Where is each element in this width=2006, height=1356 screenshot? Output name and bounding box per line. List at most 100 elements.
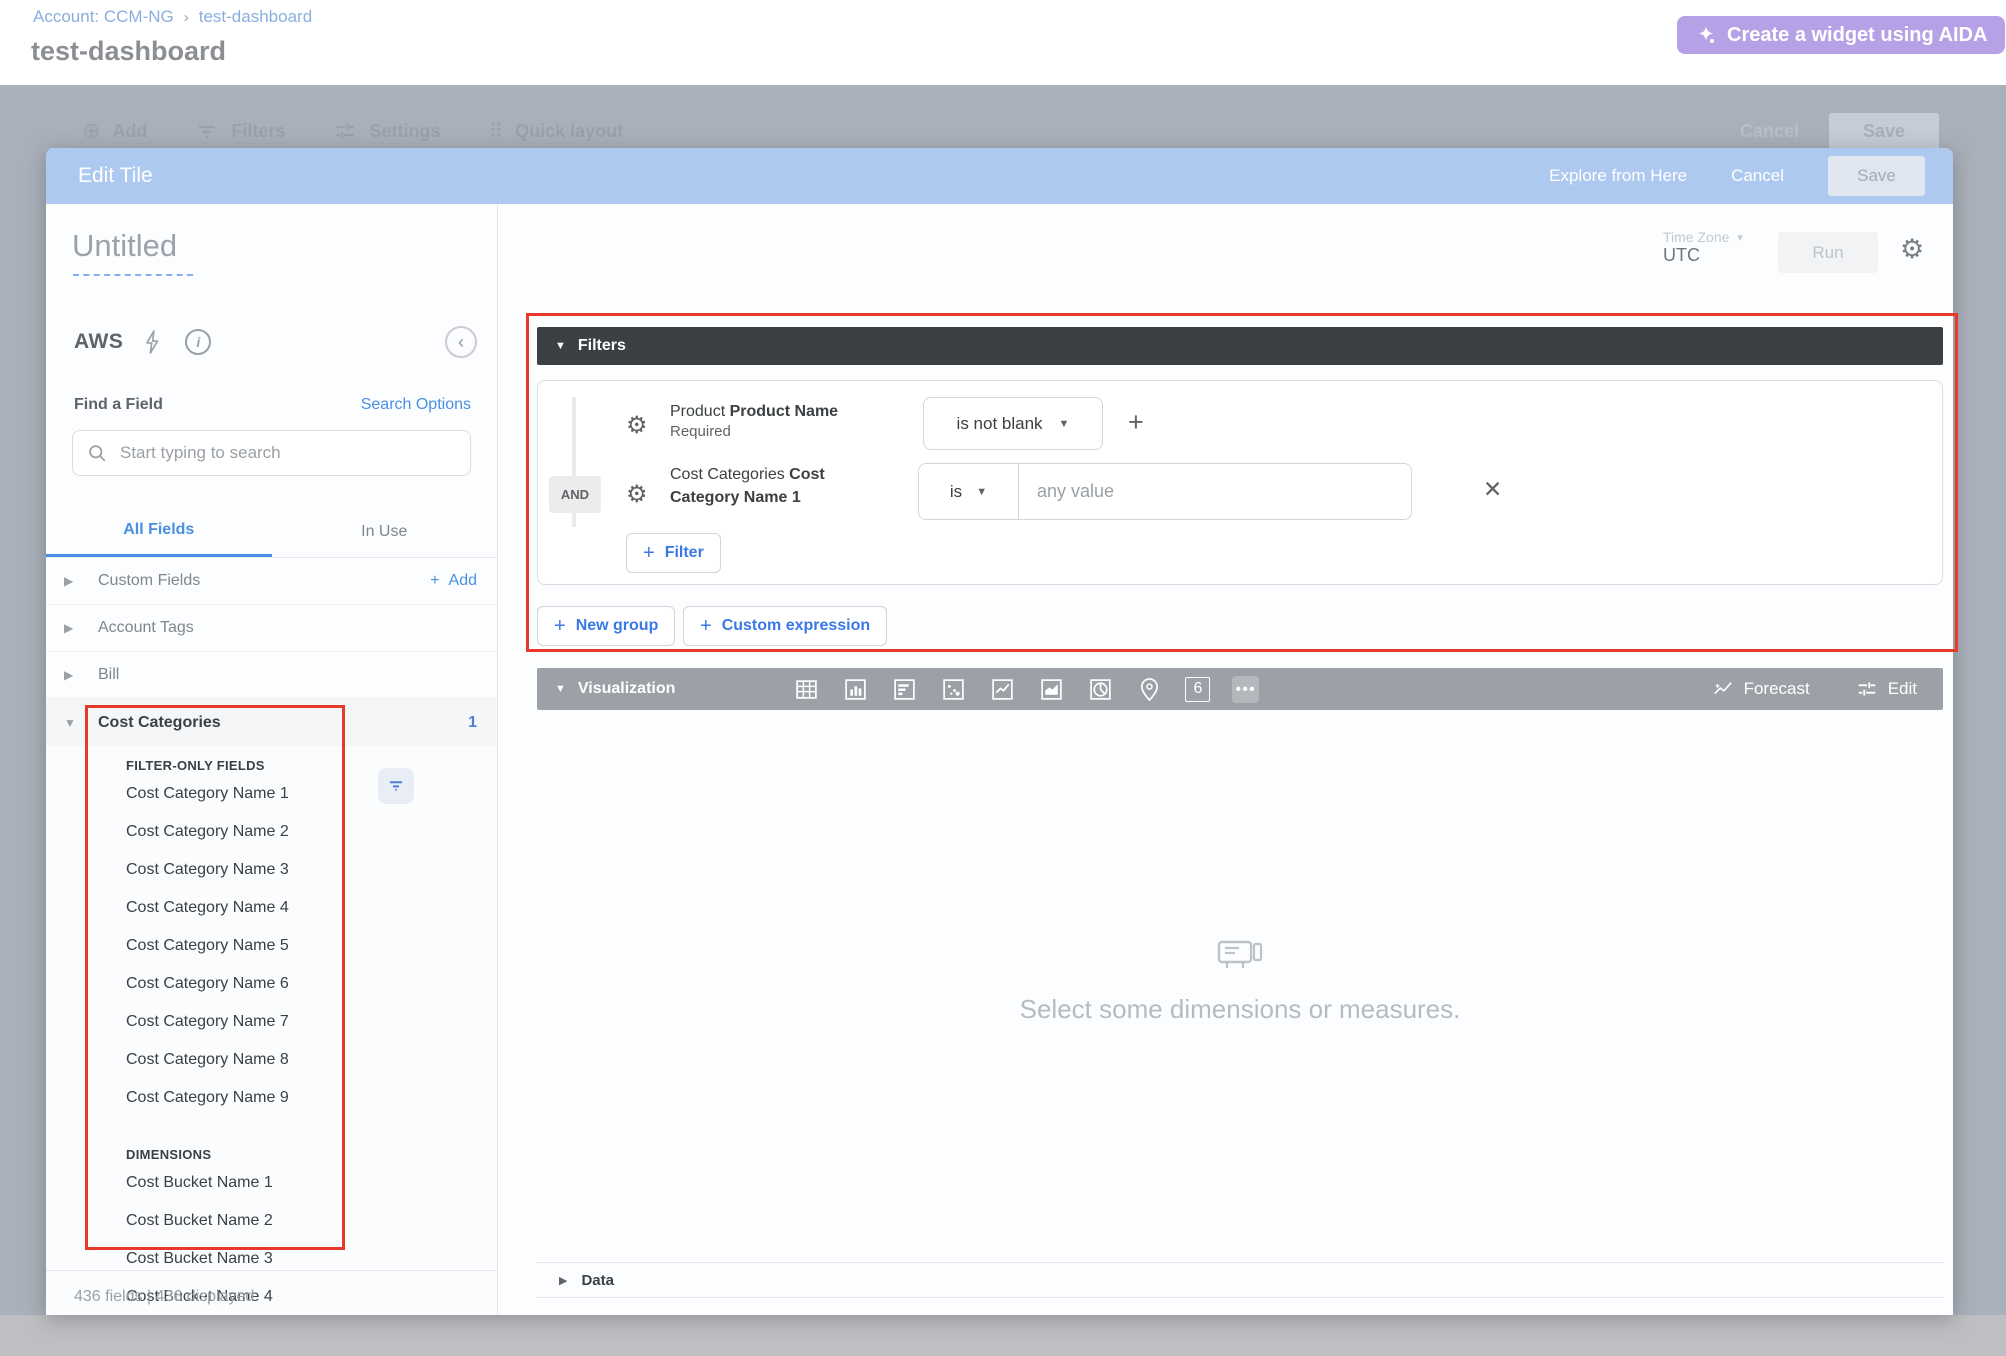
toolbar-add: Add (112, 121, 147, 142)
sidebar-section-bill[interactable]: ▶ Bill (46, 652, 497, 699)
tab-in-use[interactable]: In Use (272, 506, 498, 557)
filter-required-label: Required (670, 423, 910, 440)
field-cost-category-7[interactable]: Cost Category Name 7 (126, 1013, 497, 1031)
field-prefix: Product (670, 403, 730, 420)
field-cost-category-1[interactable]: Cost Category Name 1 (126, 785, 497, 803)
column-chart-icon[interactable] (842, 676, 869, 703)
and-logic-chip[interactable]: AND (549, 476, 601, 513)
custom-expression-button[interactable]: + Custom expression (683, 606, 887, 646)
field-cost-category-3[interactable]: Cost Category Name 3 (126, 861, 497, 879)
edit-sliders-icon (1856, 678, 1878, 700)
field-cost-bucket-1[interactable]: Cost Bucket Name 1 (126, 1174, 497, 1192)
add-filter-button[interactable]: + Filter (626, 533, 721, 573)
breadcrumb-account-link[interactable]: Account: CCM-NG (33, 7, 174, 27)
pie-chart-icon[interactable] (1087, 676, 1114, 703)
operator-dropdown[interactable]: is ▼ (919, 464, 1019, 519)
line-chart-icon[interactable] (989, 676, 1016, 703)
info-icon[interactable]: i (185, 329, 211, 355)
filter-only-fields-header: FILTER-ONLY FIELDS (126, 758, 497, 773)
timezone-control[interactable]: Time Zone ▾ UTC (1663, 229, 1743, 266)
page-title: test-dashboard (31, 36, 226, 67)
sidebar-divider (497, 204, 498, 1315)
field-search-box[interactable] (72, 430, 471, 476)
caret-down-icon: ▼ (555, 340, 566, 352)
modal-header: Edit Tile Explore from Here Cancel Save (46, 148, 1953, 204)
add-custom-field-button[interactable]: + Add (430, 572, 477, 590)
filter-list-icon (195, 119, 219, 143)
tile-name-field[interactable]: Untitled (72, 228, 177, 264)
search-icon (87, 443, 108, 464)
collapse-sidebar-icon[interactable]: ‹ (445, 326, 477, 358)
edit-label: Edit (1888, 679, 1917, 699)
map-pin-icon[interactable] (1136, 676, 1163, 703)
create-widget-aida-button[interactable]: Create a widget using AIDA (1677, 16, 2005, 54)
section-label: Account Tags (98, 619, 477, 637)
bolt-icon (141, 329, 163, 355)
edit-tile-modal: Edit Tile Explore from Here Cancel Save … (46, 148, 1953, 1315)
sidebar-section-custom-fields[interactable]: ▶ Custom Fields + Add (46, 558, 497, 605)
add-filter-label: Filter (665, 544, 704, 562)
backdrop-bottom (0, 1315, 2006, 1356)
modal-save-button[interactable]: Save (1828, 156, 1925, 196)
filter-value-input[interactable] (1019, 464, 1411, 519)
breadcrumb-dashboard-link[interactable]: test-dashboard (199, 7, 312, 27)
bar-chart-icon[interactable] (891, 676, 918, 703)
timezone-value: UTC (1663, 245, 1743, 266)
filter-gear-icon[interactable]: ⚙ (626, 411, 648, 439)
filter-gear-icon[interactable]: ⚙ (626, 480, 648, 508)
sidebar-section-cost-categories[interactable]: ▼ Cost Categories 1 (46, 699, 497, 746)
table-icon[interactable] (793, 676, 820, 703)
field-cost-category-6[interactable]: Cost Category Name 6 (126, 975, 497, 993)
forecast-sparkle-icon (1712, 679, 1734, 699)
forecast-button[interactable]: Forecast (1712, 679, 1810, 699)
explore-from-here-link[interactable]: Explore from Here (1549, 166, 1687, 186)
scatter-chart-icon[interactable] (940, 676, 967, 703)
field-picker-sidebar: AWS i ‹ Find a Field Search Options All … (46, 298, 497, 1306)
caret-right-icon: ▶ (64, 574, 90, 588)
field-cost-category-2[interactable]: Cost Category Name 2 (126, 823, 497, 841)
plus-icon: + (554, 615, 566, 638)
remove-filter-icon[interactable]: ✕ (1483, 477, 1502, 503)
visualization-section-header[interactable]: ▼ Visualization (537, 668, 1943, 710)
caret-right-icon: ▶ (559, 1274, 567, 1287)
explore-source-label: AWS (74, 330, 123, 354)
new-group-label: New group (576, 617, 659, 635)
new-group-button[interactable]: + New group (537, 606, 675, 646)
more-icon[interactable]: ••• (1232, 676, 1259, 703)
search-input[interactable] (120, 443, 456, 463)
operator-dropdown[interactable]: is not blank ▼ (923, 397, 1103, 450)
chevron-down-icon: ▼ (1059, 418, 1070, 430)
modal-cancel-link[interactable]: Cancel (1731, 166, 1784, 186)
search-options-link[interactable]: Search Options (361, 396, 471, 414)
filters-section-header[interactable]: ▼ Filters (537, 327, 1943, 365)
tab-all-fields[interactable]: All Fields (46, 506, 272, 557)
edit-viz-button[interactable]: Edit (1856, 678, 1917, 700)
sidebar-section-account-tags[interactable]: ▶ Account Tags (46, 605, 497, 652)
query-settings-gear-icon[interactable]: ⚙ (1900, 234, 1924, 265)
dashboard-toolbar: ⊕ Add Filters Settings ⠿ Quick layout (82, 112, 623, 150)
field-cost-category-8[interactable]: Cost Category Name 8 (126, 1051, 497, 1069)
empty-state-message: Select some dimensions or measures. (1020, 994, 1461, 1025)
filter-condition: is ▼ (918, 463, 1412, 520)
run-button[interactable]: Run (1778, 232, 1878, 273)
active-filter-chip[interactable] (378, 768, 414, 804)
filter-group: ⚙ Product Product Name Required is not b… (537, 380, 1943, 585)
field-cost-bucket-3[interactable]: Cost Bucket Name 3 (126, 1250, 497, 1268)
field-cost-category-4[interactable]: Cost Category Name 4 (126, 899, 497, 917)
single-value-icon[interactable]: 6 (1185, 677, 1210, 702)
field-count-status: 436 fields | 436 displayed (74, 1288, 254, 1306)
field-name: Product Name (730, 403, 838, 420)
field-prefix: Cost Categories (670, 466, 789, 483)
filter-row-cost-category: AND ⚙ Cost Categories Cost Category Name… (538, 463, 1942, 523)
timezone-label: Time Zone (1663, 229, 1729, 245)
section-label: Custom Fields (98, 572, 430, 590)
field-cost-category-5[interactable]: Cost Category Name 5 (126, 937, 497, 955)
area-chart-icon[interactable] (1038, 676, 1065, 703)
data-section-header[interactable]: ▶ Data (537, 1262, 1943, 1298)
operator-value: is not blank (957, 414, 1043, 434)
filter-field-label: Cost Categories Cost Category Name 1 (670, 463, 870, 509)
field-cost-category-9[interactable]: Cost Category Name 9 (126, 1089, 497, 1107)
field-cost-bucket-2[interactable]: Cost Bucket Name 2 (126, 1212, 497, 1230)
operator-value: is (950, 482, 962, 502)
add-filter-value-icon[interactable]: + (1128, 407, 1144, 438)
